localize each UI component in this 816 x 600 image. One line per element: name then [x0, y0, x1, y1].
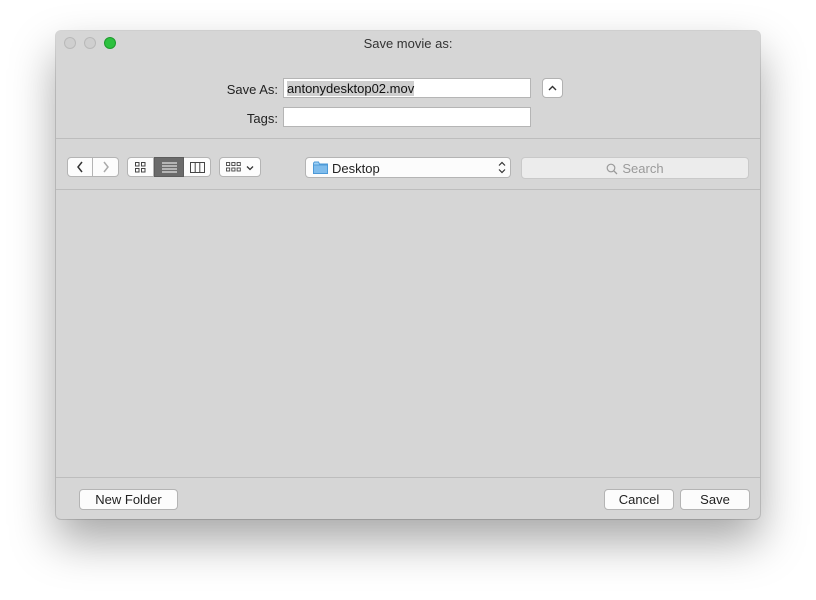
- arrange-grid-icon: [225, 162, 241, 172]
- save-dialog: Save movie as: Save As: antonydesktop02.…: [56, 31, 760, 519]
- tags-label: Tags:: [246, 111, 278, 126]
- tags-field[interactable]: [283, 107, 531, 127]
- back-button[interactable]: [67, 157, 93, 177]
- cancel-button[interactable]: Cancel: [604, 489, 674, 510]
- search-icon: [606, 163, 618, 175]
- save-button[interactable]: Save: [680, 489, 750, 510]
- folder-icon: [313, 161, 328, 174]
- location-dropdown[interactable]: Desktop: [305, 157, 511, 178]
- search-field[interactable]: Search: [521, 157, 749, 179]
- column-view-button[interactable]: [184, 157, 211, 177]
- forward-button[interactable]: [93, 157, 119, 177]
- columns-icon: [189, 162, 205, 173]
- list-view-button[interactable]: [154, 157, 184, 177]
- list-icon: [161, 162, 177, 173]
- arrange-menu-button[interactable]: [219, 157, 261, 177]
- chevron-down-icon: [246, 166, 254, 171]
- chevron-up-icon: [548, 85, 557, 91]
- new-folder-button[interactable]: New Folder: [79, 489, 178, 510]
- chevron-right-icon: [102, 161, 109, 173]
- icon-view-button[interactable]: [127, 157, 154, 177]
- file-browser-area[interactable]: [56, 190, 760, 477]
- divider: [56, 138, 760, 139]
- save-as-field[interactable]: antonydesktop02.mov: [283, 78, 531, 98]
- grid-icon: [135, 162, 146, 173]
- divider: [56, 477, 760, 478]
- title-bar: Save movie as:: [56, 31, 760, 55]
- location-label: Desktop: [332, 161, 380, 176]
- save-as-label: Save As:: [226, 82, 278, 97]
- collapse-dialog-button[interactable]: [542, 78, 563, 98]
- search-placeholder: Search: [622, 161, 664, 176]
- up-down-arrows-icon: [498, 161, 506, 174]
- window-title: Save movie as:: [363, 36, 453, 51]
- chevron-left-icon: [77, 161, 83, 173]
- save-as-value: antonydesktop02.mov: [287, 81, 415, 96]
